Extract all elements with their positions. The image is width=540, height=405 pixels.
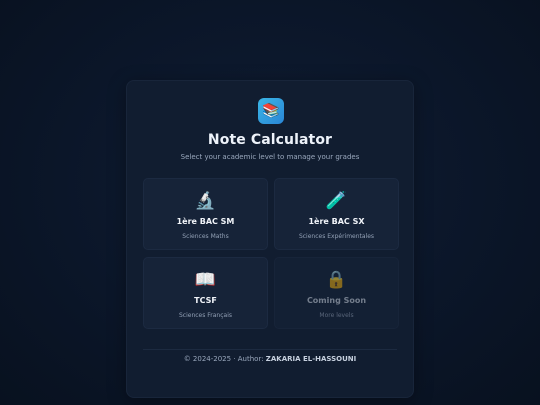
level-name: 1ère BAC SM xyxy=(176,217,235,226)
page-subtitle: Select your academic level to manage you… xyxy=(180,153,360,161)
lock-icon: 🔒 xyxy=(325,270,348,290)
footer-author: ZAKARIA EL-HASSOUNI xyxy=(265,355,357,363)
open-book-icon: 📖 xyxy=(194,270,217,290)
microscope-icon: 🔬 xyxy=(194,191,217,211)
level-description: Sciences Français xyxy=(178,312,233,319)
level-card-1ere-bac-sm[interactable]: 🔬 1ère BAC SM Sciences Maths xyxy=(143,178,268,250)
level-card-tcsf[interactable]: 📖 TCSF Sciences Français xyxy=(143,257,268,329)
footer-copyright: © 2024-2025 · Author: xyxy=(183,355,266,363)
level-grid: 🔬 1ère BAC SM Sciences Maths 🧪 1ère BAC … xyxy=(143,178,399,329)
logo-glyph: 📚 xyxy=(262,103,280,119)
level-card-coming-soon: 🔒 Coming Soon More levels xyxy=(274,257,399,329)
level-name: Coming Soon xyxy=(306,296,367,305)
footer: © 2024-2025 · Author: ZAKARIA EL-HASSOUN… xyxy=(127,355,413,363)
page-title: Note Calculator xyxy=(207,132,333,148)
level-selector-card: 📚 Note Calculator Select your academic l… xyxy=(126,80,414,398)
level-description: Sciences Maths xyxy=(182,233,229,240)
level-description: Sciences Expérimentales xyxy=(298,233,375,240)
test-tube-icon: 🧪 xyxy=(325,191,348,211)
books-icon: 📚 xyxy=(258,98,284,124)
level-name: TCSF xyxy=(194,296,217,305)
level-card-1ere-bac-sx[interactable]: 🧪 1ère BAC SX Sciences Expérimentales xyxy=(274,178,399,250)
footer-divider xyxy=(143,349,397,350)
level-description: More levels xyxy=(319,312,354,319)
level-name: 1ère BAC SX xyxy=(308,217,365,226)
